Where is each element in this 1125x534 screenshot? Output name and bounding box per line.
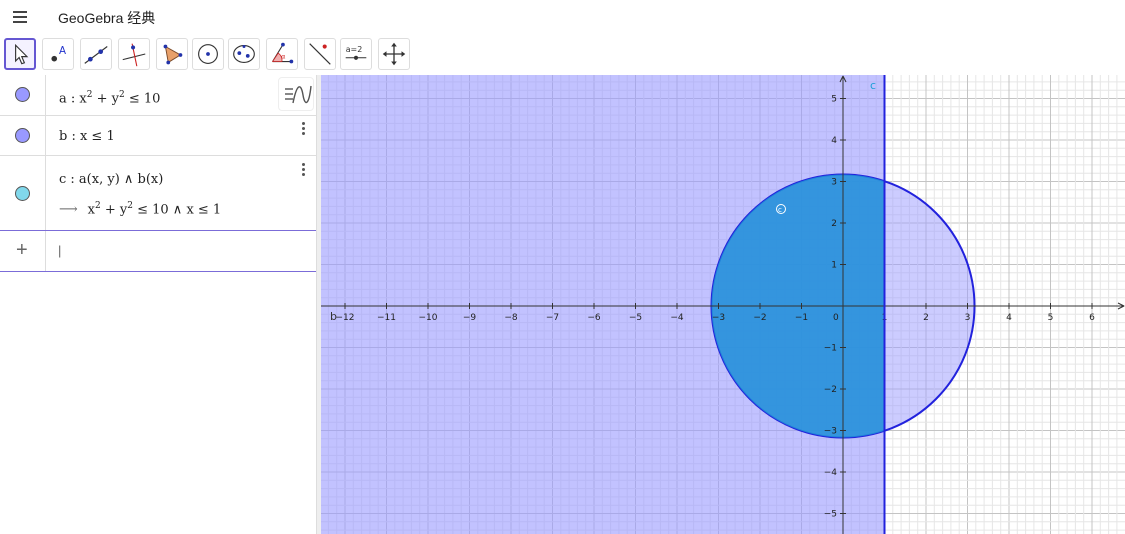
- arrow-cursor-icon: [15, 43, 29, 65]
- svg-text:a=2: a=2: [346, 45, 363, 54]
- svg-text:A: A: [59, 45, 66, 57]
- angle-tool-button[interactable]: α: [266, 38, 298, 70]
- y-tick-label: 5: [831, 95, 837, 105]
- x-tick-label: −9: [463, 313, 477, 323]
- input-bar[interactable]: |: [47, 231, 315, 271]
- input-bar-row[interactable]: + |: [0, 231, 316, 272]
- polygon-icon: [163, 44, 183, 65]
- move-graphics-view-tool-button[interactable]: [378, 38, 410, 70]
- point-icon: A: [51, 45, 66, 62]
- definition-a[interactable]: a : x2 + y2 ≤ 10: [59, 90, 160, 106]
- toolbar: A α a=2: [0, 35, 1125, 73]
- title-bar: GeoGebra 经典: [0, 0, 1125, 33]
- ellipse-icon: [233, 45, 255, 63]
- x-tick-label: −2: [753, 313, 766, 323]
- definition-c[interactable]: c : a(x, y) ∧ b(x): [59, 172, 163, 187]
- y-tick-label: 3: [831, 178, 837, 188]
- style-bar-toggle-button[interactable]: [278, 77, 314, 111]
- x-tick-label: −7: [546, 313, 559, 323]
- main-menu-button[interactable]: [10, 8, 30, 26]
- x-tick-label: 0: [833, 313, 839, 323]
- y-tick-label: −3: [824, 427, 837, 437]
- visibility-toggle-a[interactable]: [15, 87, 30, 102]
- x-tick-label: −10: [419, 313, 438, 323]
- y-tick-label: −1: [824, 344, 837, 354]
- move-arrows-icon: [382, 42, 406, 66]
- x-tick-label: −5: [629, 313, 642, 323]
- hamburger-line-icon: [13, 11, 27, 13]
- graphics-canvas[interactable]: −12−11−10−9−8−7−6−5−4−3−2−1012345654321−…: [321, 75, 1125, 534]
- visibility-toggle-c[interactable]: [15, 186, 30, 201]
- output-arrow-icon: ⟶: [59, 202, 78, 218]
- x-tick-label: −4: [670, 313, 684, 323]
- point-tool-button[interactable]: A: [42, 38, 74, 70]
- x-tick-label: −12: [336, 313, 355, 323]
- hamburger-line-icon: [13, 21, 27, 23]
- visibility-column: [0, 75, 46, 115]
- y-tick-label: −2: [824, 385, 837, 395]
- x-tick-label: 3: [965, 313, 971, 323]
- value-c: ⟶ x2 + y2 ≤ 10 ∧ x ≤ 1: [59, 201, 222, 218]
- add-column: +: [0, 231, 46, 271]
- y-tick-label: −4: [824, 468, 838, 478]
- x-tick-label: 4: [1006, 313, 1012, 323]
- algebra-row-c[interactable]: c : a(x, y) ∧ b(x) ⟶ x2 + y2 ≤ 10 ∧ x ≤ 1: [0, 156, 316, 231]
- input-caret: |: [58, 243, 62, 258]
- y-tick-label: −5: [824, 510, 837, 520]
- visibility-column: [0, 116, 46, 155]
- reflect-tool-button[interactable]: [304, 38, 336, 70]
- x-tick-label: 2: [923, 313, 929, 323]
- perpendicular-line-tool-button[interactable]: [118, 38, 150, 70]
- visibility-column: [0, 156, 46, 230]
- definition-b[interactable]: b : x ≤ 1: [59, 129, 115, 144]
- label-b: b: [330, 310, 337, 323]
- graphics-view[interactable]: −12−11−10−9−8−7−6−5−4−3−2−1012345654321−…: [321, 75, 1125, 534]
- svg-text:α: α: [281, 53, 285, 61]
- svg-text:c: c: [778, 206, 782, 214]
- circle-tool-button[interactable]: [192, 38, 224, 70]
- add-icon[interactable]: +: [16, 239, 28, 262]
- circle-center-icon: [198, 44, 218, 64]
- y-tick-label: 4: [831, 136, 837, 146]
- algebra-row-b[interactable]: b : x ≤ 1: [0, 116, 316, 156]
- algebra-view: a : x2 + y2 ≤ 10 b : x ≤ 1 c : a(x, y) ∧…: [0, 75, 316, 534]
- y-tick-label: 2: [831, 219, 837, 229]
- line-tool-button[interactable]: [80, 38, 112, 70]
- x-tick-label: −3: [712, 313, 725, 323]
- reflect-line-icon: [309, 43, 331, 65]
- style-bar-toggle-icon: [285, 85, 312, 104]
- x-tick-label: −8: [504, 313, 518, 323]
- more-options-icon[interactable]: [297, 121, 309, 137]
- angle-icon: α: [271, 42, 294, 64]
- x-tick-label: −11: [377, 313, 396, 323]
- line-through-points-icon: [84, 46, 108, 64]
- ellipse-tool-button[interactable]: [228, 38, 260, 70]
- visibility-toggle-b[interactable]: [15, 128, 30, 143]
- app-title: GeoGebra 经典: [58, 10, 156, 26]
- hamburger-line-icon: [13, 16, 27, 18]
- label-c: c: [870, 79, 876, 92]
- x-tick-label: −1: [795, 313, 808, 323]
- more-options-icon[interactable]: [297, 162, 309, 178]
- algebra-row-a[interactable]: a : x2 + y2 ≤ 10: [0, 75, 316, 116]
- y-tick-label: 1: [831, 261, 837, 271]
- slider-tool-button[interactable]: a=2: [340, 38, 372, 70]
- polygon-tool-button[interactable]: [156, 38, 188, 70]
- x-tick-label: 5: [1048, 313, 1054, 323]
- x-tick-label: −6: [587, 313, 601, 323]
- x-tick-label: 6: [1089, 313, 1095, 323]
- slider-icon: a=2: [345, 45, 367, 60]
- move-tool-button[interactable]: [4, 38, 36, 70]
- perpendicular-line-icon: [122, 43, 146, 67]
